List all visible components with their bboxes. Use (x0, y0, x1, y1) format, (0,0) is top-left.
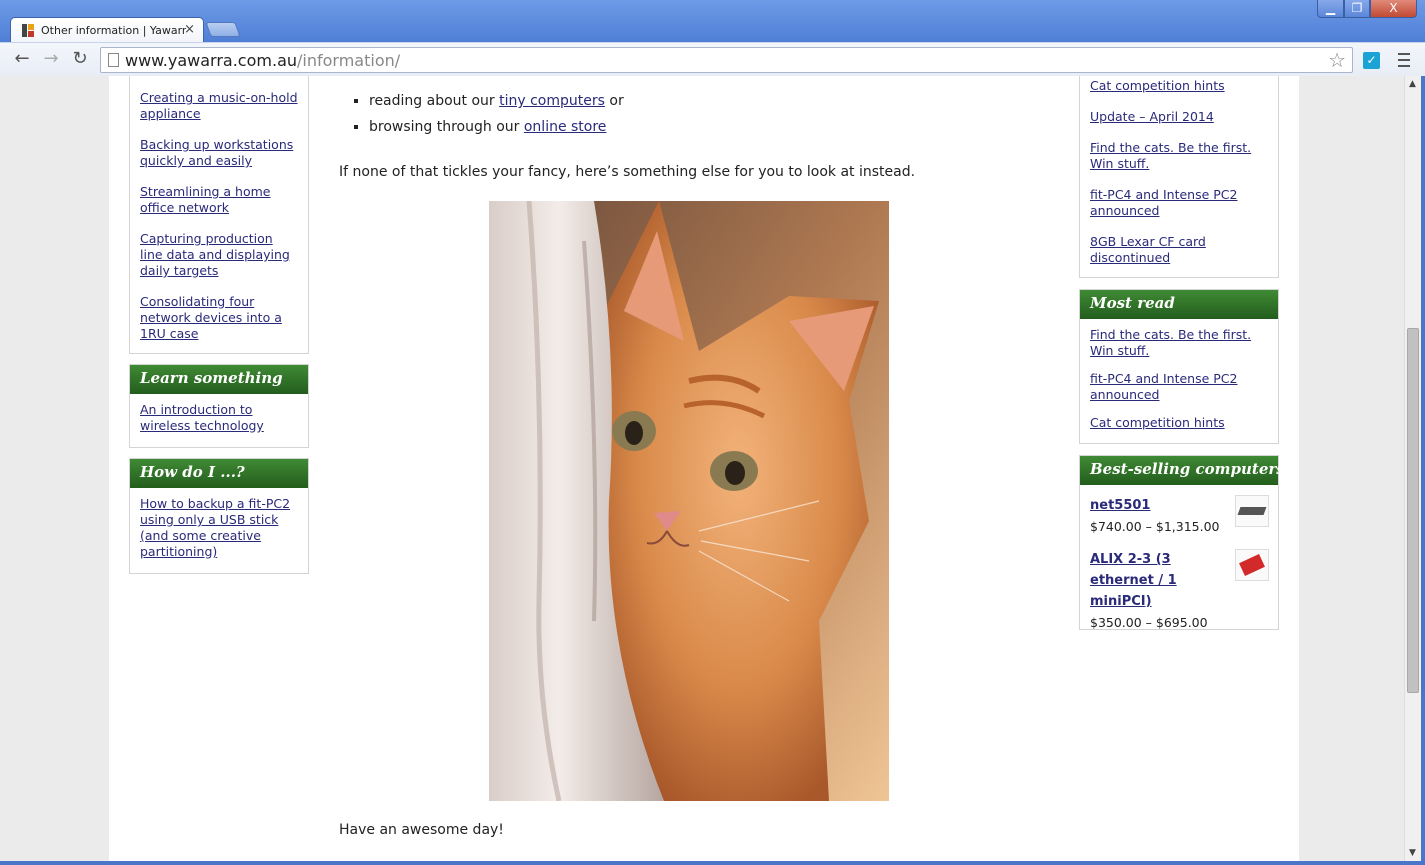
site-favicon-icon (22, 24, 35, 37)
url-host: www.yawarra.com.au (125, 51, 298, 70)
bullet-text: browsing through our (369, 119, 524, 135)
product-thumbnail[interactable] (1235, 549, 1269, 581)
best-selling-widget: Best-selling computers net5501 $740.00 –… (1079, 455, 1285, 633)
case-studies-widget: Creating a music-on-hold appliance Backi… (129, 76, 309, 354)
case-study-link[interactable]: Creating a music-on-hold appliance (140, 90, 298, 121)
widget-title: Best-selling computers (1080, 456, 1285, 485)
list-item: Update – April 2014 (1090, 109, 1268, 125)
product-thumbnail[interactable] (1235, 495, 1269, 527)
most-read-widget: Most read Find the cats. Be the first. W… (1079, 289, 1279, 444)
fancy-paragraph: If none of that tickles your fancy, here… (339, 164, 916, 180)
list-item: Consolidating four network devices into … (140, 294, 298, 342)
alix-board-icon (1239, 554, 1265, 576)
browser-toolbar: ← → ↻ www.yawarra.com.au/information/ ☆ … (0, 42, 1425, 76)
address-bar[interactable]: www.yawarra.com.au/information/ ☆ (100, 47, 1353, 73)
extension-check-icon[interactable]: ✓ (1363, 52, 1380, 69)
list-item: reading about our tiny computers or (369, 93, 624, 110)
browser-tab-active[interactable]: Other information | Yawarra × (10, 17, 204, 43)
page-icon (108, 53, 119, 67)
widget-title: Learn something (130, 365, 308, 394)
page-viewport: Creating a music-on-hold appliance Backi… (0, 76, 1404, 861)
scroll-up-icon[interactable]: ▲ (1409, 79, 1416, 89)
window-controls: ▁ ❐ X (1317, 0, 1417, 18)
suggestion-list: reading about our tiny computers or brow… (369, 93, 624, 145)
learn-something-widget: Learn something An introduction to wirel… (129, 364, 309, 448)
tiny-computers-link[interactable]: tiny computers (499, 93, 605, 109)
reload-icon[interactable]: ↻ (69, 48, 91, 70)
kitten-photo (489, 201, 889, 801)
minimize-button[interactable]: ▁ (1317, 0, 1344, 18)
scroll-down-icon[interactable]: ▼ (1409, 848, 1416, 858)
list-item: How to backup a fit-PC2 using only a USB… (140, 496, 298, 560)
list-item: fit-PC4 and Intense PC2 announced (1090, 371, 1268, 403)
product-item: ALIX 2-3 (3 ethernet / 1 miniPCI) $350.0… (1090, 549, 1270, 633)
most-read-link[interactable]: fit-PC4 and Intense PC2 announced (1090, 371, 1238, 402)
list-item: 8GB Lexar CF card discontinued (1090, 234, 1268, 266)
case-study-link[interactable]: Backing up workstations quickly and easi… (140, 137, 293, 168)
closing-paragraph: Have an awesome day! (339, 822, 504, 838)
back-arrow-icon[interactable]: ← (11, 48, 33, 70)
tab-title: Other information | Yawarra (41, 24, 186, 37)
window-frame-bottom (0, 861, 1425, 865)
forward-arrow-icon[interactable]: → (40, 48, 62, 70)
vertical-scrollbar[interactable]: ▲ ▼ (1404, 76, 1421, 861)
how-do-i-widget: How do I ...? How to backup a fit-PC2 us… (129, 458, 309, 574)
list-item: Creating a music-on-hold appliance (140, 90, 298, 122)
window-frame-right (1421, 76, 1425, 865)
bullet-text: reading about our (369, 93, 500, 109)
list-item: Capturing production line data and displ… (140, 231, 298, 279)
maximize-button[interactable]: ❐ (1344, 0, 1370, 18)
close-window-button[interactable]: X (1370, 0, 1417, 18)
most-read-link[interactable]: Find the cats. Be the first. Win stuff. (1090, 327, 1251, 358)
recent-post-link[interactable]: Cat competition hints (1090, 78, 1225, 93)
chrome-menu-icon[interactable] (1395, 49, 1413, 69)
recent-post-link[interactable]: 8GB Lexar CF card discontinued (1090, 234, 1206, 265)
page-content: Creating a music-on-hold appliance Backi… (109, 76, 1299, 861)
list-item: browsing through our online store (369, 119, 624, 136)
product-price: $350.00 – $695.00 (1090, 615, 1208, 630)
case-study-link[interactable]: Streamlining a home office network (140, 184, 270, 215)
widget-title: Most read (1080, 290, 1278, 319)
product-name-link[interactable]: net5501 (1090, 495, 1232, 516)
bookmark-star-icon[interactable]: ☆ (1328, 48, 1346, 72)
case-study-link[interactable]: Capturing production line data and displ… (140, 231, 290, 278)
list-item: Find the cats. Be the first. Win stuff. (1090, 140, 1268, 172)
list-item: Backing up workstations quickly and easi… (140, 137, 298, 169)
list-item: Cat competition hints (1090, 78, 1268, 94)
list-item: fit-PC4 and Intense PC2 announced (1090, 187, 1268, 219)
recent-post-link[interactable]: Find the cats. Be the first. Win stuff. (1090, 140, 1251, 171)
kitten-illustration (489, 201, 889, 801)
list-item: Find the cats. Be the first. Win stuff. (1090, 327, 1268, 359)
recent-post-link[interactable]: Update – April 2014 (1090, 109, 1214, 124)
product-name-link[interactable]: ALIX 2-3 (3 ethernet / 1 miniPCI) (1090, 549, 1232, 612)
list-item: An introduction to wireless technology (140, 402, 298, 434)
widget-title: How do I ...? (130, 459, 308, 488)
browser-titlebar: Other information | Yawarra × ▁ ❐ X (0, 0, 1425, 43)
case-study-link[interactable]: Consolidating four network devices into … (140, 294, 282, 341)
most-read-link[interactable]: Cat competition hints (1090, 415, 1225, 430)
product-item: net5501 $740.00 – $1,315.00 (1090, 495, 1270, 537)
net5501-box-icon (1237, 507, 1267, 515)
new-tab-button[interactable] (205, 22, 241, 37)
online-store-link[interactable]: online store (524, 119, 607, 135)
howto-link[interactable]: How to backup a fit-PC2 using only a USB… (140, 496, 290, 559)
recent-posts-widget: Cat competition hints Update – April 201… (1079, 76, 1279, 278)
scrollbar-thumb[interactable] (1407, 328, 1419, 693)
recent-post-link[interactable]: fit-PC4 and Intense PC2 announced (1090, 187, 1238, 218)
url-path: /information/ (297, 51, 401, 70)
tab-close-icon[interactable]: × (184, 22, 195, 37)
list-item: Streamlining a home office network (140, 184, 298, 216)
learn-link[interactable]: An introduction to wireless technology (140, 402, 264, 433)
list-item: Cat competition hints (1090, 415, 1268, 431)
address-url[interactable]: www.yawarra.com.au/information/ (125, 51, 400, 70)
bullet-text: or (604, 93, 624, 109)
